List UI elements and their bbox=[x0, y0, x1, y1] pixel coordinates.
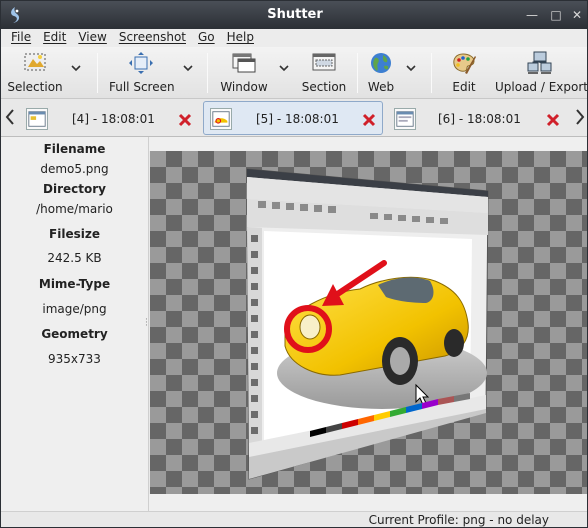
upload-export-button[interactable]: Upload / Export bbox=[495, 51, 588, 95]
screenshot-thumbnail bbox=[26, 108, 48, 130]
tab-bar: [4] - 18:08:01 [5] - 18:08:01 [6] - 18:0… bbox=[1, 99, 587, 137]
filename-value: demo5.png bbox=[40, 162, 109, 176]
web-label: Web bbox=[367, 80, 395, 94]
mimetype-heading: Mime-Type bbox=[38, 277, 111, 291]
selection-label: Selection bbox=[7, 80, 63, 94]
section-label: Section bbox=[301, 80, 347, 94]
window-icon bbox=[232, 53, 256, 73]
tab-screenshot-4[interactable]: [4] - 18:08:01 bbox=[19, 101, 199, 135]
menu-view[interactable]: View bbox=[72, 29, 112, 47]
filesize-value: 242.5 KB bbox=[47, 251, 102, 265]
window-button[interactable]: Window bbox=[217, 51, 271, 95]
menu-help[interactable]: Help bbox=[221, 29, 260, 47]
selection-dropdown-icon[interactable] bbox=[69, 61, 83, 75]
edit-label: Edit bbox=[452, 80, 476, 94]
tab-label: [4] - 18:08:01 bbox=[72, 112, 155, 126]
preview-margin bbox=[149, 494, 587, 511]
filename-heading: Filename bbox=[43, 142, 106, 156]
menu-edit[interactable]: Edit bbox=[37, 29, 72, 47]
screenshot-thumbnail bbox=[394, 108, 416, 130]
status-bar: Current Profile: png - no delay bbox=[1, 511, 587, 527]
close-tab-icon[interactable] bbox=[546, 113, 560, 127]
geometry-value: 935x733 bbox=[48, 352, 101, 366]
fullscreen-icon bbox=[129, 52, 153, 74]
maximize-icon[interactable]: □ bbox=[548, 7, 564, 23]
full-screen-dropdown-icon[interactable] bbox=[181, 61, 195, 75]
menu-bar: File Edit View Screenshot Go Help bbox=[1, 29, 587, 47]
toolbar-separator bbox=[431, 53, 432, 93]
menu-screenshot[interactable]: Screenshot bbox=[113, 29, 192, 47]
window-title: Shutter bbox=[267, 7, 323, 22]
current-profile-status: Current Profile: png - no delay bbox=[368, 513, 549, 527]
edit-button[interactable]: Edit bbox=[447, 51, 481, 95]
toolbar-separator bbox=[97, 53, 98, 93]
directory-heading: Directory bbox=[43, 182, 106, 196]
full-screen-button[interactable]: Full Screen bbox=[109, 51, 175, 95]
tab-screenshot-6[interactable]: [6] - 18:08:01 bbox=[387, 101, 569, 135]
close-tab-icon[interactable] bbox=[362, 113, 376, 127]
full-screen-label: Full Screen bbox=[109, 80, 175, 94]
menu-go[interactable]: Go bbox=[192, 29, 221, 47]
toolbar: Selection Full Screen Window Section Web… bbox=[1, 47, 588, 99]
toolbar-separator bbox=[207, 53, 208, 93]
filesize-heading: Filesize bbox=[49, 227, 100, 241]
tab-screenshot-5[interactable]: [5] - 18:08:01 bbox=[203, 101, 383, 135]
toolbar-separator bbox=[357, 53, 358, 93]
upload-export-label: Upload / Export bbox=[495, 80, 588, 94]
pane-resize-handle[interactable]: · · · bbox=[145, 316, 149, 331]
window-dropdown-icon[interactable] bbox=[277, 61, 291, 75]
computer-network-icon bbox=[527, 51, 552, 74]
screenshot-image bbox=[246, 168, 489, 480]
title-bar: Shutter — □ ✕ bbox=[1, 1, 587, 29]
web-button[interactable]: Web bbox=[365, 51, 397, 95]
file-info-panel: Filename demo5.png Directory /home/mario… bbox=[1, 137, 149, 511]
close-tab-icon[interactable] bbox=[178, 113, 192, 127]
tab-label: [5] - 18:08:01 bbox=[256, 112, 339, 126]
chevron-left-icon[interactable] bbox=[3, 107, 17, 127]
selection-button[interactable]: Selection bbox=[7, 51, 63, 95]
web-dropdown-icon[interactable] bbox=[404, 61, 418, 75]
selection-icon bbox=[24, 53, 46, 71]
screenshot-thumbnail bbox=[210, 108, 232, 130]
window-label: Window bbox=[220, 80, 268, 94]
shutter-window: Shutter — □ ✕ File Edit View Screenshot … bbox=[0, 0, 588, 528]
preview-margin bbox=[149, 137, 587, 151]
mimetype-value: image/png bbox=[42, 302, 107, 316]
section-icon bbox=[312, 53, 336, 71]
screenshot-preview[interactable] bbox=[150, 151, 587, 494]
section-button[interactable]: Section bbox=[301, 51, 347, 95]
tab-label: [6] - 18:08:01 bbox=[438, 112, 521, 126]
globe-icon bbox=[371, 53, 391, 73]
directory-value: /home/mario bbox=[36, 202, 113, 216]
close-icon[interactable]: ✕ bbox=[569, 7, 585, 23]
minimize-icon[interactable]: — bbox=[524, 7, 540, 23]
geometry-heading: Geometry bbox=[41, 327, 108, 341]
menu-file[interactable]: File bbox=[5, 29, 37, 47]
paint-palette-icon bbox=[453, 53, 476, 74]
chevron-right-icon[interactable] bbox=[573, 107, 587, 127]
